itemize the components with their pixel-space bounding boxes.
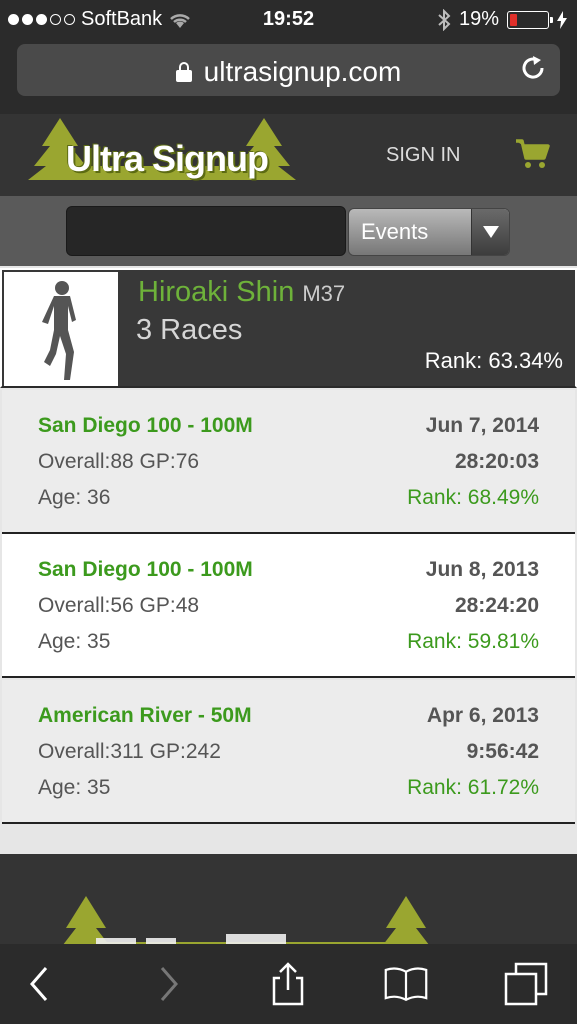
- battery-icon: [507, 10, 553, 29]
- select-value: Events: [361, 219, 429, 244]
- race-age: Age: 35: [38, 776, 111, 799]
- logo-text: Ultra Signup: [66, 138, 269, 179]
- ultrasignup-logo[interactable]: Ultra Signup: [26, 116, 298, 194]
- overall-rank: Rank: 63.34%: [424, 348, 563, 373]
- reload-icon[interactable]: [518, 54, 548, 84]
- runner-name[interactable]: Hiroaki Shin: [138, 276, 294, 308]
- race-placement: Overall:56 GP:48: [38, 594, 200, 617]
- races-count: 3 Races: [136, 314, 243, 346]
- runner-silhouette-icon: [42, 281, 76, 380]
- race-name[interactable]: San Diego 100 - 100M: [38, 414, 253, 438]
- race-time: 28:20:03: [454, 450, 539, 473]
- forward-icon[interactable]: [146, 962, 190, 1006]
- race-age: Age: 36: [38, 486, 111, 509]
- race-rank: Rank: 61.72%: [407, 776, 539, 799]
- race-date: Apr 6, 2013: [426, 704, 539, 727]
- runner-name-line: Hiroaki Shin M37: [138, 276, 345, 309]
- runner-avatar: [4, 272, 118, 386]
- bluetooth-icon: [438, 8, 451, 31]
- content-spacer: [0, 826, 577, 854]
- race-name[interactable]: San Diego 100 - 100M: [38, 558, 253, 582]
- race-age: Age: 35: [38, 630, 111, 653]
- cart-icon[interactable]: [514, 138, 550, 170]
- footer-logo-icon: [62, 896, 430, 946]
- race-time: 28:24:20: [454, 594, 539, 617]
- battery-percent: 19%: [458, 8, 499, 30]
- url-text: ultrasignup.com: [203, 56, 402, 87]
- dropdown-arrow-icon: [471, 209, 509, 255]
- race-rank: Rank: 68.49%: [407, 486, 539, 509]
- race-row[interactable]: San Diego 100 - 100M Jun 8, 2013 Overall…: [2, 534, 575, 678]
- race-placement: Overall:311 GP:242: [38, 740, 221, 763]
- browser-chrome: ultrasignup.com: [0, 38, 577, 114]
- back-icon[interactable]: [18, 962, 62, 1006]
- race-time: 9:56:42: [466, 740, 539, 763]
- race-placement: Overall:88 GP:76: [38, 450, 200, 473]
- lock-icon: [175, 62, 192, 82]
- address-bar[interactable]: ultrasignup.com: [17, 44, 560, 96]
- race-row[interactable]: San Diego 100 - 100M Jun 7, 2014 Overall…: [2, 390, 575, 534]
- sign-in-link[interactable]: SIGN IN: [386, 144, 460, 167]
- search-row: Events: [0, 196, 577, 266]
- race-row[interactable]: American River - 50M Apr 6, 2013 Overall…: [2, 680, 575, 824]
- battery-level: [510, 13, 517, 26]
- race-date: Jun 8, 2013: [425, 558, 539, 581]
- age-group: M37: [302, 281, 346, 306]
- race-name[interactable]: American River - 50M: [38, 704, 252, 728]
- race-date: Jun 7, 2014: [425, 414, 539, 437]
- status-bar: SoftBank 19:52 19%: [0, 0, 577, 38]
- tabs-icon[interactable]: [504, 962, 548, 1006]
- browser-toolbar: [0, 944, 577, 1024]
- site-header: Ultra Signup SIGN IN: [0, 114, 577, 196]
- search-input[interactable]: [66, 206, 346, 256]
- runner-profile: Hiroaki Shin M37 3 Races Rank: 63.34%: [0, 268, 577, 388]
- bookmarks-icon[interactable]: [384, 962, 428, 1006]
- search-type-select[interactable]: Events: [348, 208, 510, 256]
- battery-info: 19%: [437, 8, 567, 31]
- site-footer: [0, 854, 577, 946]
- charging-bolt-icon: [557, 10, 567, 29]
- race-rank: Rank: 59.81%: [407, 630, 539, 653]
- share-icon[interactable]: [266, 962, 310, 1006]
